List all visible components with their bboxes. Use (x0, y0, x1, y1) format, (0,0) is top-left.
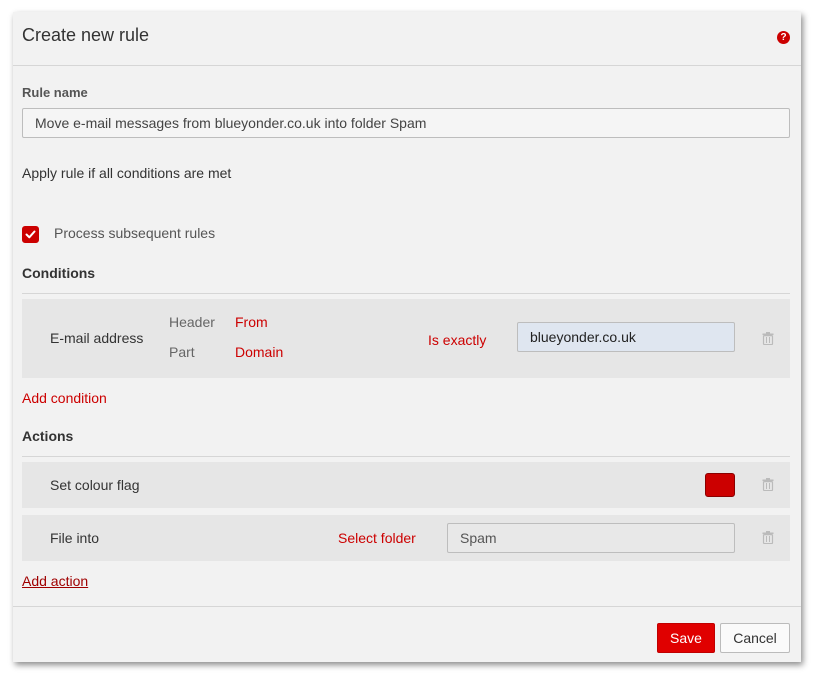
condition-value-input[interactable]: blueyonder.co.uk (517, 322, 735, 352)
action-type: File into (50, 530, 100, 546)
colour-flag-swatch[interactable] (705, 473, 735, 497)
select-folder-link[interactable]: Select folder (338, 530, 416, 546)
create-rule-dialog: Create new rule ? Rule name Move e-mail … (13, 12, 801, 662)
condition-part-label: Part (169, 344, 195, 360)
action-row-colour-flag: Set colour flag (22, 462, 790, 508)
trash-icon[interactable] (762, 332, 774, 345)
dialog-header: Create new rule ? (13, 12, 801, 66)
actions-divider (22, 456, 790, 457)
save-button[interactable]: Save (657, 623, 715, 653)
action-row-file-into: File into Select folder Spam (22, 515, 790, 561)
action-type: Set colour flag (50, 477, 140, 493)
apply-rule-text: Apply rule if all conditions are met (22, 165, 232, 181)
checkmark-icon (25, 230, 36, 239)
condition-type: E-mail address (50, 330, 144, 346)
trash-icon[interactable] (762, 478, 774, 491)
add-condition-link[interactable]: Add condition (22, 390, 107, 406)
condition-header-label: Header (169, 314, 215, 330)
process-subsequent-label: Process subsequent rules (54, 225, 216, 241)
rule-name-label: Rule name (22, 85, 88, 100)
footer-divider (13, 606, 801, 607)
folder-input[interactable]: Spam (447, 523, 735, 553)
actions-title: Actions (22, 428, 74, 444)
help-icon[interactable]: ? (777, 31, 790, 44)
dialog-title: Create new rule (22, 25, 150, 45)
condition-comparison[interactable]: Is exactly (428, 332, 486, 348)
conditions-title: Conditions (22, 265, 96, 281)
condition-header-value[interactable]: From (235, 314, 268, 330)
rule-name-input[interactable]: Move e-mail messages from blueyonder.co.… (22, 108, 790, 138)
add-action-link[interactable]: Add action (22, 573, 88, 589)
cancel-button[interactable]: Cancel (720, 623, 790, 653)
condition-row: E-mail address Header From Part Domain I… (22, 299, 790, 378)
trash-icon[interactable] (762, 531, 774, 544)
conditions-divider (22, 293, 790, 294)
condition-part-value[interactable]: Domain (235, 344, 283, 360)
process-subsequent-checkbox[interactable] (22, 226, 39, 243)
